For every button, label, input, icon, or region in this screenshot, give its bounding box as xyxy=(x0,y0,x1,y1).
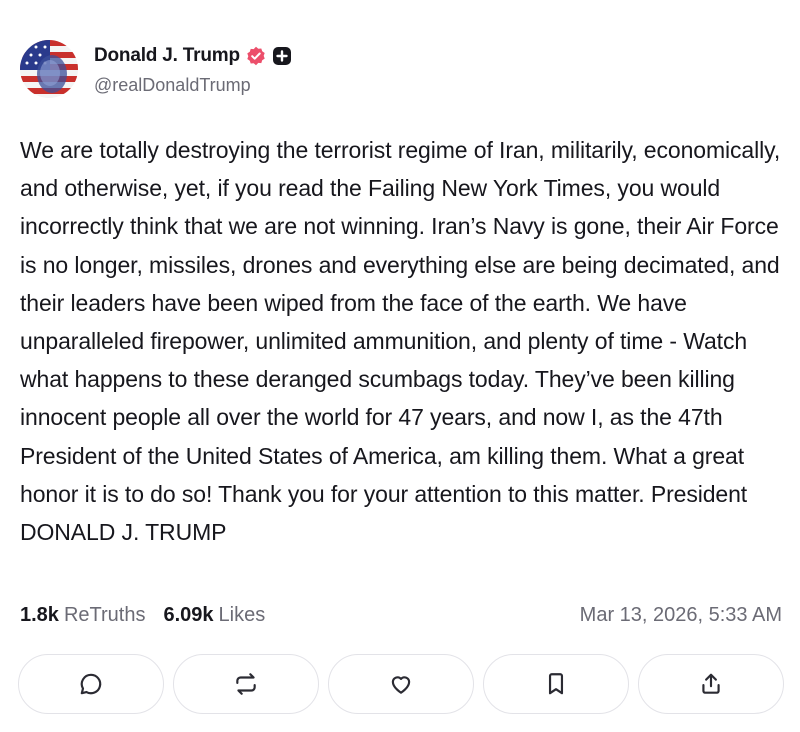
post-body-text: We are totally destroying the terrorist … xyxy=(20,137,781,546)
bookmark-button[interactable] xyxy=(483,654,629,714)
author-info: Donald J. Trump @realDonaldTrump xyxy=(94,43,292,96)
likes-label[interactable]: Likes xyxy=(219,604,266,627)
reply-button[interactable] xyxy=(18,654,164,714)
share-button[interactable] xyxy=(638,654,784,714)
action-bar xyxy=(18,654,784,714)
post-timestamp[interactable]: Mar 13, 2026, 5:33 AM xyxy=(580,604,782,627)
plus-badge-icon xyxy=(272,46,292,66)
post-header: Donald J. Trump @realDonaldTrump xyxy=(20,40,292,98)
truth-post: Donald J. Trump @realDonaldTrump We are … xyxy=(0,0,800,732)
name-row: Donald J. Trump xyxy=(94,43,292,69)
comment-icon xyxy=(80,673,102,695)
bookmark-icon xyxy=(548,673,564,695)
repost-icon xyxy=(236,673,256,695)
author-display-name[interactable]: Donald J. Trump xyxy=(94,45,240,67)
avatar[interactable] xyxy=(20,40,78,98)
heart-icon xyxy=(391,676,411,694)
share-icon xyxy=(702,673,720,694)
like-button[interactable] xyxy=(328,654,474,714)
post-stats: 1.8k ReTruths 6.09k Likes Mar 13, 2026, … xyxy=(20,604,782,627)
retruth-button[interactable] xyxy=(173,654,319,714)
verified-badge-icon xyxy=(246,46,266,66)
likes-count[interactable]: 6.09k xyxy=(163,604,213,627)
flag-portrait-avatar-icon xyxy=(20,40,78,98)
retruths-count[interactable]: 1.8k xyxy=(20,604,59,627)
author-handle[interactable]: @realDonaldTrump xyxy=(94,75,292,96)
retruths-label[interactable]: ReTruths xyxy=(64,604,146,627)
